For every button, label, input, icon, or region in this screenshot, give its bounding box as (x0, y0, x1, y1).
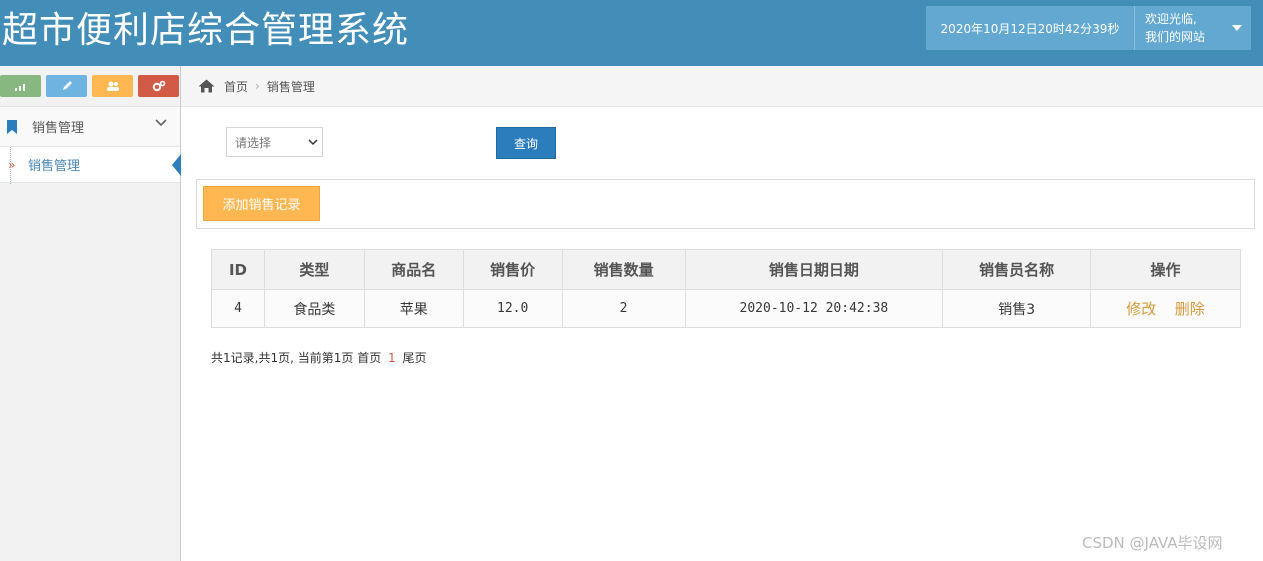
signal-icon (14, 84, 25, 91)
top-header: 超市便利店综合管理系统 2020年10月12日20时42分39秒 欢迎光临, 我… (0, 0, 1263, 66)
watermark: CSDN @JAVA毕设网 (1082, 534, 1223, 552)
column-header-seller[interactable]: 销售员名称 (942, 249, 1092, 290)
cell-date: 2020-10-12 20:42:38 (684, 289, 944, 328)
sidebar-subitem-label: 销售管理 (28, 159, 81, 174)
active-indicator (172, 154, 181, 176)
bookmark-icon (7, 119, 17, 134)
sidebar-item-sales[interactable]: 销售管理 (0, 106, 180, 146)
column-header-date[interactable]: 销售日期日期 (684, 249, 944, 290)
add-sales-record-button[interactable]: 添加销售记录 (203, 186, 320, 221)
cell-type: 食品类 (263, 289, 365, 328)
edit-link[interactable]: 修改 (1126, 300, 1156, 318)
column-header-id[interactable]: ID (211, 249, 265, 290)
select-chevron-down-icon (308, 139, 318, 146)
pagination-current-page[interactable]: 1 (388, 351, 396, 365)
current-datetime: 2020年10月12日20时42分39秒 (940, 21, 1120, 36)
pagination-summary: 共1记录,共1页, 当前第1页 (211, 351, 354, 365)
breadcrumb-separator: › (255, 79, 260, 93)
column-header-actions: 操作 (1090, 249, 1241, 290)
cell-id: 4 (211, 289, 265, 328)
pagination-first-link[interactable]: 首页 (357, 351, 381, 365)
query-button[interactable]: 查询 (496, 127, 556, 159)
shortcut-edit-button[interactable] (46, 75, 87, 97)
table-header-row: ID 类型 商品名 销售价 销售数量 销售日期日期 销售员名称 操作 (211, 249, 1241, 290)
cell-product: 苹果 (363, 289, 464, 328)
category-select[interactable]: 请选择 (226, 127, 323, 157)
shortcut-bar (0, 66, 180, 106)
cogs-icon (152, 80, 165, 92)
user-info-box[interactable]: 2020年10月12日20时42分39秒 欢迎光临, 我们的网站 (926, 6, 1251, 50)
chevron-down-icon (155, 119, 167, 127)
cell-seller: 销售3 (942, 289, 1092, 328)
delete-link[interactable]: 删除 (1175, 300, 1205, 318)
table-row: 4 食品类 苹果 12.0 2 2020-10-12 20:42:38 销售3 … (211, 289, 1241, 328)
cell-price: 12.0 (462, 289, 563, 328)
welcome-line-2: 我们的网站 (1145, 30, 1206, 44)
pagination: 共1记录,共1页, 当前第1页 首页 1 尾页 (211, 349, 427, 366)
breadcrumb-home-link[interactable]: 首页 (224, 78, 248, 95)
sales-table: ID 类型 商品名 销售价 销售数量 销售日期日期 销售员名称 操作 4 食品类… (211, 249, 1241, 328)
submenu-tree-line (10, 147, 11, 184)
user-menu-caret-icon[interactable] (1229, 20, 1245, 36)
column-header-product[interactable]: 商品名 (363, 249, 464, 290)
column-header-quantity[interactable]: 销售数量 (561, 249, 686, 290)
cell-actions: 修改 删除 (1090, 289, 1241, 328)
users-icon (106, 81, 119, 91)
welcome-line-1: 欢迎光临, (1145, 12, 1197, 26)
cell-quantity: 2 (561, 289, 686, 328)
shortcut-settings-button[interactable] (138, 75, 179, 97)
sidebar-subitem-sales-management[interactable]: » 销售管理 (0, 146, 181, 184)
category-select-value: 请选择 (235, 135, 272, 150)
breadcrumb-current: 销售管理 (266, 79, 315, 94)
pagination-last-link[interactable]: 尾页 (403, 351, 427, 365)
pencil-icon (62, 81, 72, 90)
app-title: 超市便利店综合管理系统 (2, 10, 410, 51)
toolbar-panel (196, 179, 1255, 229)
breadcrumb: 首页 › 销售管理 (181, 66, 1263, 107)
column-header-price[interactable]: 销售价 (462, 249, 563, 290)
sidebar: 销售管理 » 销售管理 (0, 66, 181, 561)
home-icon[interactable] (198, 79, 215, 93)
column-header-type[interactable]: 类型 (263, 249, 365, 290)
shortcut-users-button[interactable] (92, 75, 133, 97)
welcome-text: 欢迎光临, 我们的网站 (1135, 10, 1225, 46)
shortcut-stats-button[interactable] (0, 75, 41, 97)
sidebar-item-label: 销售管理 (32, 121, 85, 136)
